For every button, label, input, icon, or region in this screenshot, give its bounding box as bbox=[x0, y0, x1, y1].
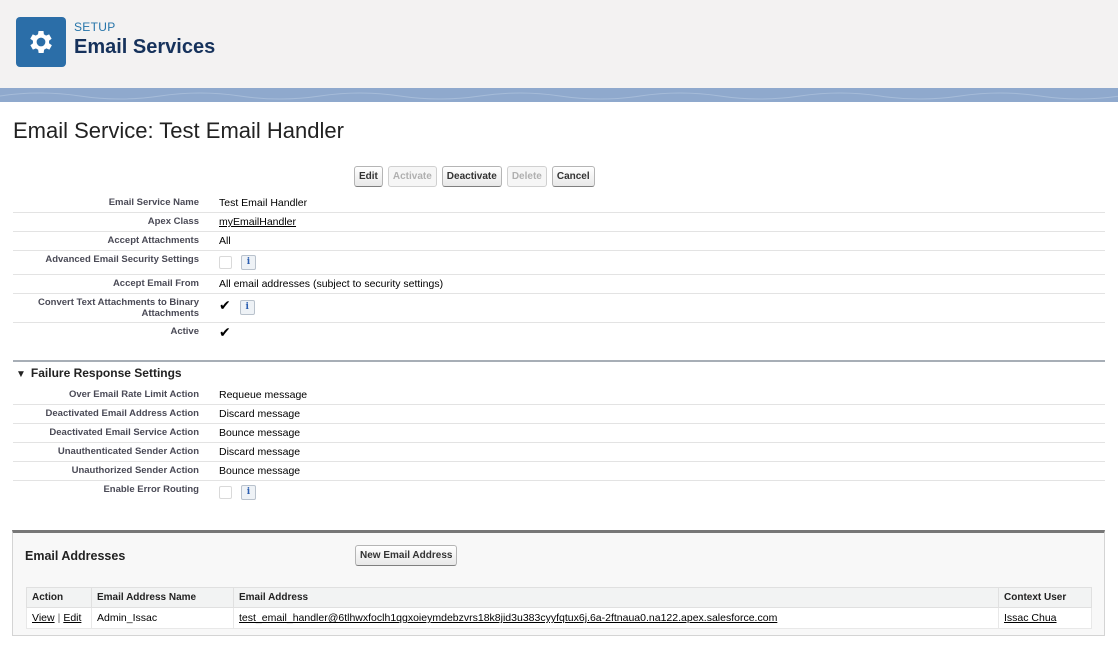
cancel-button[interactable]: Cancel bbox=[551, 166, 595, 187]
field-label: Unauthenticated Sender Action bbox=[57, 446, 199, 457]
email-address-name-cell: Admin_Issac bbox=[91, 607, 234, 629]
deactivated-address-value: Discard message bbox=[219, 408, 301, 420]
setup-label: SETUP bbox=[74, 20, 116, 34]
accept-email-from-value: All email addresses (subject to security… bbox=[219, 278, 444, 290]
info-icon[interactable]: i bbox=[241, 485, 256, 500]
field-label: Email Service Name bbox=[108, 197, 199, 208]
apex-class-link[interactable]: myEmailHandler bbox=[219, 216, 296, 228]
unauthorized-value: Bounce message bbox=[219, 465, 301, 477]
deactivated-service-value: Bounce message bbox=[219, 427, 301, 439]
column-header: Action bbox=[26, 587, 92, 608]
detail-row: Email Service Name Test Email Handler bbox=[13, 194, 1105, 213]
failure-section-header[interactable]: ▼ Failure Response Settings bbox=[16, 366, 182, 380]
table-header-row: Action Email Address Name Email Address … bbox=[26, 587, 1092, 608]
detail-row: Accept Attachments All bbox=[13, 232, 1105, 251]
checkmark-icon: ✔ bbox=[219, 297, 231, 313]
email-address-cell: test_email_handler@6tlhwxfoclh1qgxoieymd… bbox=[233, 607, 999, 629]
field-label: Advanced Email Security Settings bbox=[45, 254, 199, 265]
view-link[interactable]: View bbox=[32, 612, 55, 624]
field-label: Deactivated Email Address Action bbox=[45, 408, 199, 419]
separator: | bbox=[57, 612, 61, 624]
page-title: Email Service: Test Email Handler bbox=[13, 118, 344, 143]
deactivate-button[interactable]: Deactivate bbox=[441, 166, 502, 187]
email-address-link[interactable]: test_email_handler@6tlhwxfoclh1qgxoieymd… bbox=[239, 612, 777, 624]
detail-row: Apex Class myEmailHandler bbox=[13, 213, 1105, 232]
new-email-address-button[interactable]: New Email Address bbox=[355, 545, 458, 566]
action-cell: View | Edit bbox=[26, 607, 92, 629]
detail-row: Over Email Rate Limit Action Requeue mes… bbox=[13, 386, 1105, 405]
section-title: Failure Response Settings bbox=[30, 366, 182, 380]
email-addresses-related-list: Email Addresses New Email Address Action… bbox=[12, 530, 1105, 636]
column-header: Context User bbox=[998, 587, 1092, 608]
edit-link[interactable]: Edit bbox=[63, 612, 81, 624]
detail-row: Accept Email From All email addresses (s… bbox=[13, 275, 1105, 294]
detail-row: Active ✔ bbox=[13, 323, 1105, 344]
gear-icon bbox=[16, 17, 66, 67]
email-service-name-value: Test Email Handler bbox=[219, 197, 308, 209]
activate-button[interactable]: Activate bbox=[387, 166, 437, 187]
unchecked-checkbox bbox=[219, 486, 232, 499]
context-user-cell: Issac Chua bbox=[998, 607, 1092, 629]
detail-row: Unauthenticated Sender Action Discard me… bbox=[13, 443, 1105, 462]
detail-row: Convert Text Attachments to Binary Attac… bbox=[13, 294, 1105, 323]
checkmark-icon: ✔ bbox=[219, 324, 231, 340]
delete-button[interactable]: Delete bbox=[506, 166, 547, 187]
field-label: Accept Attachments bbox=[107, 235, 199, 246]
field-label: Unauthorized Sender Action bbox=[71, 465, 199, 476]
decorative-band bbox=[0, 88, 1118, 102]
unauthenticated-value: Discard message bbox=[219, 446, 301, 458]
over-rate-value: Requeue message bbox=[219, 389, 308, 401]
table-row: View | Edit Admin_Issac test_email_handler… bbox=[26, 607, 1092, 629]
main-content: Email Service: Test Email Handler Edit A… bbox=[0, 102, 1118, 653]
field-label: Apex Class bbox=[147, 216, 199, 227]
email-addresses-table: Action Email Address Name Email Address … bbox=[26, 587, 1092, 629]
edit-button[interactable]: Edit bbox=[354, 166, 383, 187]
section-divider bbox=[13, 360, 1105, 362]
detail-row: Enable Error Routing i bbox=[13, 481, 1105, 504]
info-icon[interactable]: i bbox=[241, 255, 256, 270]
info-icon[interactable]: i bbox=[239, 299, 255, 315]
detail-row: Deactivated Email Service Action Bounce … bbox=[13, 424, 1105, 443]
detail-row: Advanced Email Security Settings i bbox=[13, 251, 1105, 275]
related-list-title: Email Addresses bbox=[25, 549, 126, 563]
field-label: Over Email Rate Limit Action bbox=[68, 389, 199, 400]
field-label: Convert Text Attachments to Binary Attac… bbox=[38, 297, 199, 319]
field-label: Active bbox=[170, 326, 199, 337]
accept-attachments-value: All bbox=[219, 235, 231, 247]
header-title: Email Services bbox=[74, 36, 216, 58]
column-header: Email Address bbox=[233, 587, 999, 608]
detail-row: Unauthorized Sender Action Bounce messag… bbox=[13, 462, 1105, 481]
page-header: SETUP Email Services bbox=[0, 0, 1118, 89]
detail-row: Deactivated Email Address Action Discard… bbox=[13, 405, 1105, 424]
unchecked-checkbox bbox=[219, 256, 232, 269]
button-bar: Edit Activate Deactivate Delete Cancel bbox=[354, 166, 595, 187]
column-header: Email Address Name bbox=[91, 587, 234, 608]
context-user-link[interactable]: Issac Chua bbox=[1004, 612, 1057, 624]
field-label: Enable Error Routing bbox=[103, 484, 199, 495]
collapse-triangle-icon[interactable]: ▼ bbox=[16, 369, 26, 380]
field-label: Deactivated Email Service Action bbox=[49, 427, 199, 438]
field-label: Accept Email From bbox=[112, 278, 199, 289]
